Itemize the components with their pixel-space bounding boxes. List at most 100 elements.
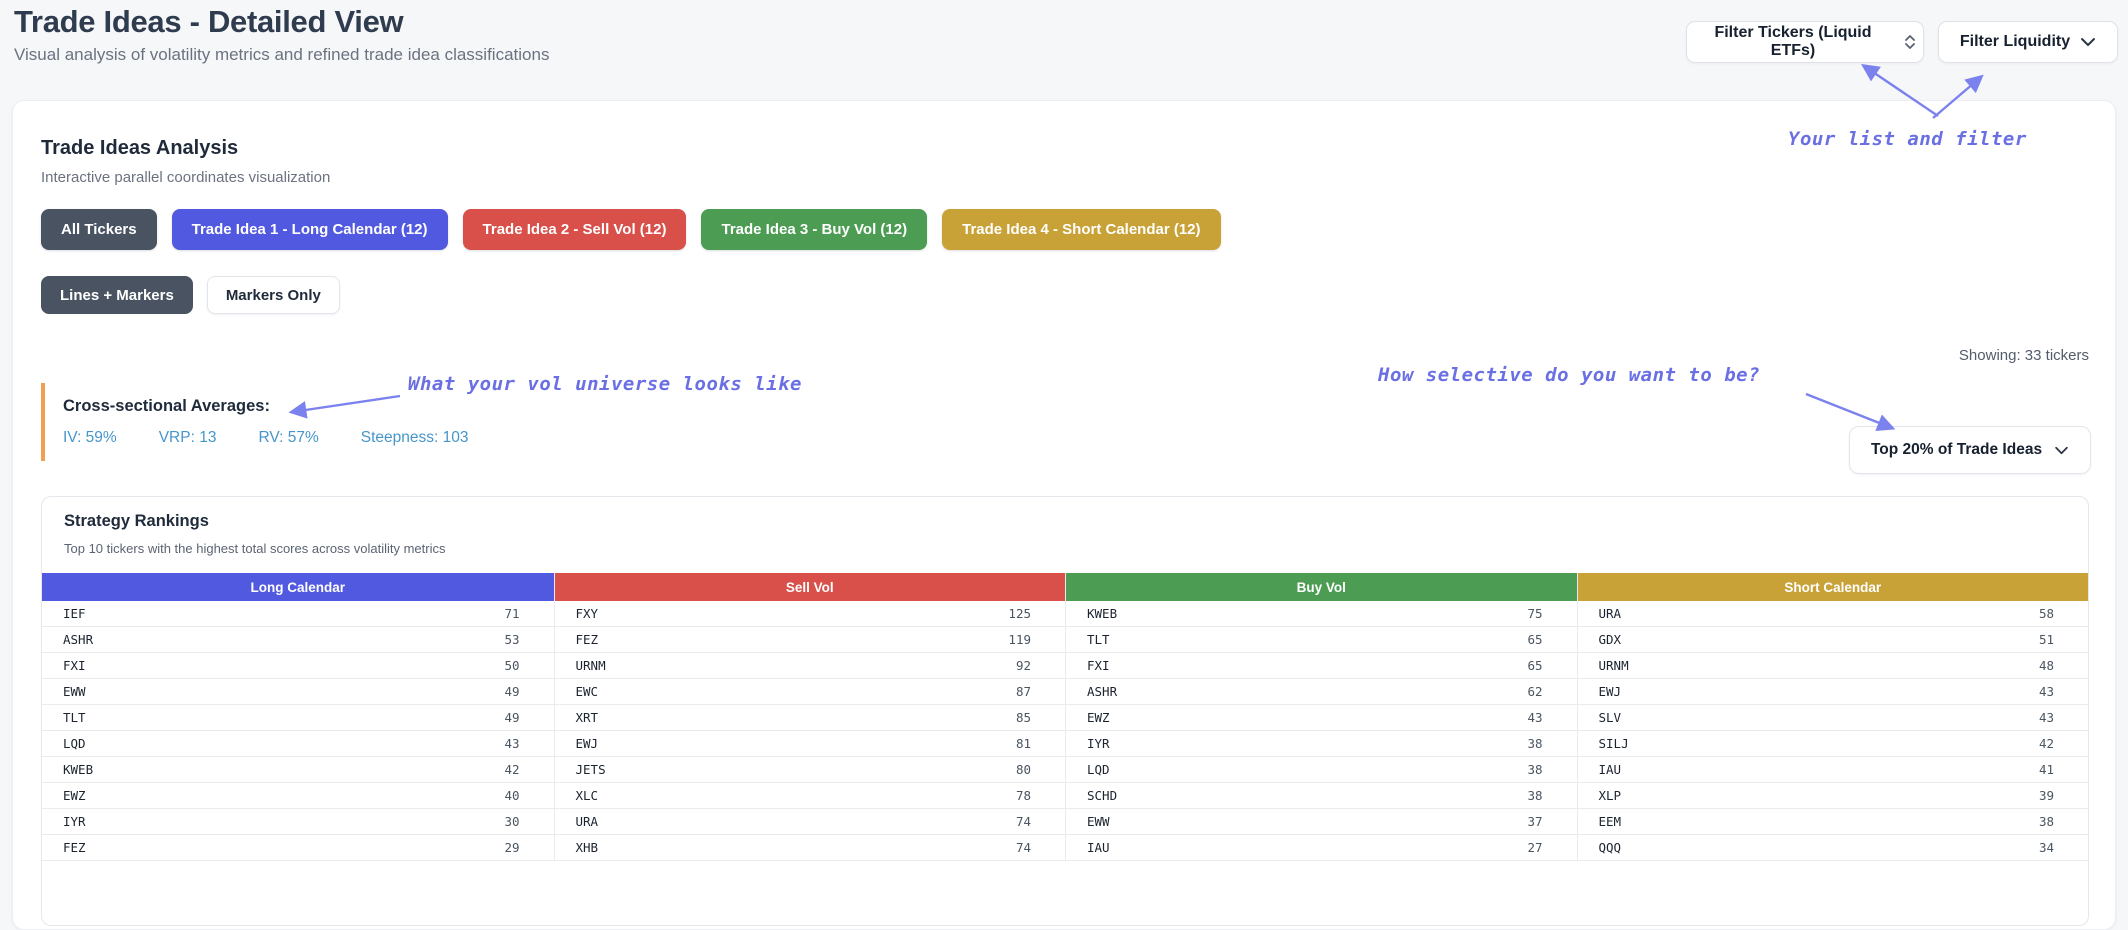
- ticker-score: 43: [504, 736, 520, 751]
- annotation-how-selective: How selective do you want to be?: [1378, 364, 1761, 386]
- column-header: Buy Vol: [1066, 573, 1577, 601]
- table-row: FXI 50: [42, 653, 554, 679]
- cross-sectional-averages-box: Cross-sectional Averages: IV: 59% VRP: 13…: [41, 383, 469, 461]
- chevron-down-icon: [2080, 37, 2096, 47]
- table-row: IEF 71: [42, 601, 554, 627]
- ticker-score: 43: [2038, 710, 2054, 725]
- page-subtitle: Visual analysis of volatility metrics an…: [14, 45, 550, 64]
- filter-liquidity-label: Filter Liquidity: [1959, 33, 2071, 50]
- ticker-symbol: GDX: [1598, 632, 1622, 647]
- ticker-symbol: XHB: [575, 840, 599, 855]
- rankings-column-short-calendar: Short Calendar URA 58 GDX 51 URNM 48 EWJ 43 SLV 43…: [1576, 573, 2088, 861]
- ticker-score: 27: [1527, 840, 1543, 855]
- ticker-symbol: TLT: [1087, 632, 1110, 647]
- lines-markers-toggle[interactable]: Lines + Markers: [41, 276, 193, 314]
- table-row: SLV 43: [1577, 705, 2088, 731]
- average-stat: Steepness: 103: [360, 429, 469, 446]
- trade-ideas-analysis-card: Trade Ideas Analysis Interactive paralle…: [12, 100, 2116, 930]
- ticker-score: 49: [504, 710, 520, 725]
- ticker-score: 38: [1527, 736, 1543, 751]
- table-row: SILJ 42: [1577, 731, 2088, 757]
- table-row: EWW 37: [1066, 809, 1577, 835]
- table-row: IYR 30: [42, 809, 554, 835]
- ticker-score: 65: [1527, 658, 1543, 673]
- ticker-symbol: IAU: [1087, 840, 1110, 855]
- ticker-symbol: URA: [575, 814, 599, 829]
- trade-idea-1-button[interactable]: Trade Idea 1 - Long Calendar (12): [171, 209, 448, 250]
- table-row: KWEB 75: [1066, 601, 1577, 627]
- rankings-subtitle: Top 10 tickers with the highest total sc…: [64, 541, 446, 556]
- trade-idea-4-button[interactable]: Trade Idea 4 - Short Calendar (12): [942, 209, 1221, 250]
- column-header: Long Calendar: [42, 573, 554, 601]
- ticker-symbol: ASHR: [63, 632, 94, 647]
- ticker-symbol: FXI: [1087, 658, 1110, 673]
- showing-tickers-count: Showing: 33 tickers: [1958, 347, 2089, 364]
- ticker-score: 74: [1015, 814, 1031, 829]
- ticker-symbol: TLT: [63, 710, 86, 725]
- all-tickers-button[interactable]: All Tickers: [41, 209, 157, 250]
- ticker-score: 85: [1015, 710, 1031, 725]
- table-row: EWZ 40: [42, 783, 554, 809]
- ticker-score: 34: [2038, 840, 2054, 855]
- table-row: XLC 78: [554, 783, 1065, 809]
- table-row: XLP 39: [1577, 783, 2088, 809]
- ticker-score: 75: [1527, 606, 1543, 621]
- table-row: XHB 74: [554, 835, 1065, 861]
- updown-chevron-icon: [1903, 34, 1917, 50]
- top-percent-dropdown[interactable]: Top 20% of Trade Ideas: [1849, 426, 2091, 474]
- ticker-symbol: IEF: [63, 606, 86, 621]
- ticker-score: 51: [2038, 632, 2054, 647]
- table-row: SCHD 38: [1066, 783, 1577, 809]
- ticker-score: 53: [504, 632, 520, 647]
- table-row: URNM 92: [554, 653, 1065, 679]
- ticker-score: 74: [1015, 840, 1031, 855]
- trade-idea-2-button[interactable]: Trade Idea 2 - Sell Vol (12): [462, 209, 687, 250]
- ticker-score: 78: [1015, 788, 1031, 803]
- ticker-score: 43: [2038, 684, 2054, 699]
- ticker-symbol: LQD: [1087, 762, 1110, 777]
- top-percent-label: Top 20% of Trade Ideas: [1870, 441, 2043, 458]
- ticker-symbol: IAU: [1598, 762, 1622, 777]
- filter-tickers-dropdown[interactable]: Filter Tickers (Liquid ETFs): [1686, 21, 1924, 63]
- ticker-score: 65: [1527, 632, 1543, 647]
- rankings-table: Long Calendar IEF 71 ASHR 53 FXI 50 EWW 49 TLT 49 L…: [42, 573, 2088, 861]
- ticker-symbol: JETS: [575, 762, 606, 777]
- table-row: LQD 43: [42, 731, 554, 757]
- table-row: JETS 80: [554, 757, 1065, 783]
- ticker-score: 37: [1527, 814, 1543, 829]
- ticker-score: 29: [504, 840, 520, 855]
- ticker-score: 30: [504, 814, 520, 829]
- ticker-score: 39: [2038, 788, 2054, 803]
- ticker-symbol: LQD: [63, 736, 86, 751]
- ticker-score: 62: [1527, 684, 1543, 699]
- ticker-score: 41: [2038, 762, 2054, 777]
- rankings-title: Strategy Rankings: [64, 512, 209, 530]
- ticker-symbol: EWC: [575, 684, 599, 699]
- filter-liquidity-dropdown[interactable]: Filter Liquidity: [1938, 21, 2118, 63]
- averages-stats-row: IV: 59% VRP: 13 RV: 57% Steepness: 103: [63, 429, 469, 447]
- table-row: EWJ 81: [554, 731, 1065, 757]
- ticker-symbol: XRT: [575, 710, 599, 725]
- average-stat: VRP: 13: [158, 429, 217, 446]
- table-row: TLT 65: [1066, 627, 1577, 653]
- average-stat: IV: 59%: [63, 429, 117, 446]
- trade-idea-filter-row: All Tickers Trade Idea 1 - Long Calendar …: [41, 209, 1221, 250]
- table-row: EEM 38: [1577, 809, 2088, 835]
- ticker-score: 58: [2038, 606, 2054, 621]
- ticker-score: 92: [1015, 658, 1031, 673]
- table-row: LQD 38: [1066, 757, 1577, 783]
- ticker-symbol: EEM: [1598, 814, 1622, 829]
- annotation-your-list: Your list and filter: [1788, 128, 2027, 150]
- ticker-symbol: URNM: [1598, 658, 1629, 673]
- trade-idea-3-button[interactable]: Trade Idea 3 - Buy Vol (12): [701, 209, 928, 250]
- rankings-column-long-calendar: Long Calendar IEF 71 ASHR 53 FXI 50 EWW 49 TLT 49 L…: [42, 573, 554, 861]
- rankings-column-buy-vol: Buy Vol KWEB 75 TLT 65 FXI 65 ASHR 62 EWZ 43 IYR 38 L…: [1065, 573, 1577, 861]
- ticker-symbol: FEZ: [63, 840, 86, 855]
- column-header: Sell Vol: [554, 573, 1065, 601]
- table-row: ASHR 53: [42, 627, 554, 653]
- ticker-score: 80: [1015, 762, 1031, 777]
- table-row: FEZ 119: [554, 627, 1065, 653]
- table-row: URNM 48: [1577, 653, 2088, 679]
- ticker-score: 87: [1015, 684, 1031, 699]
- markers-only-toggle[interactable]: Markers Only: [206, 276, 340, 314]
